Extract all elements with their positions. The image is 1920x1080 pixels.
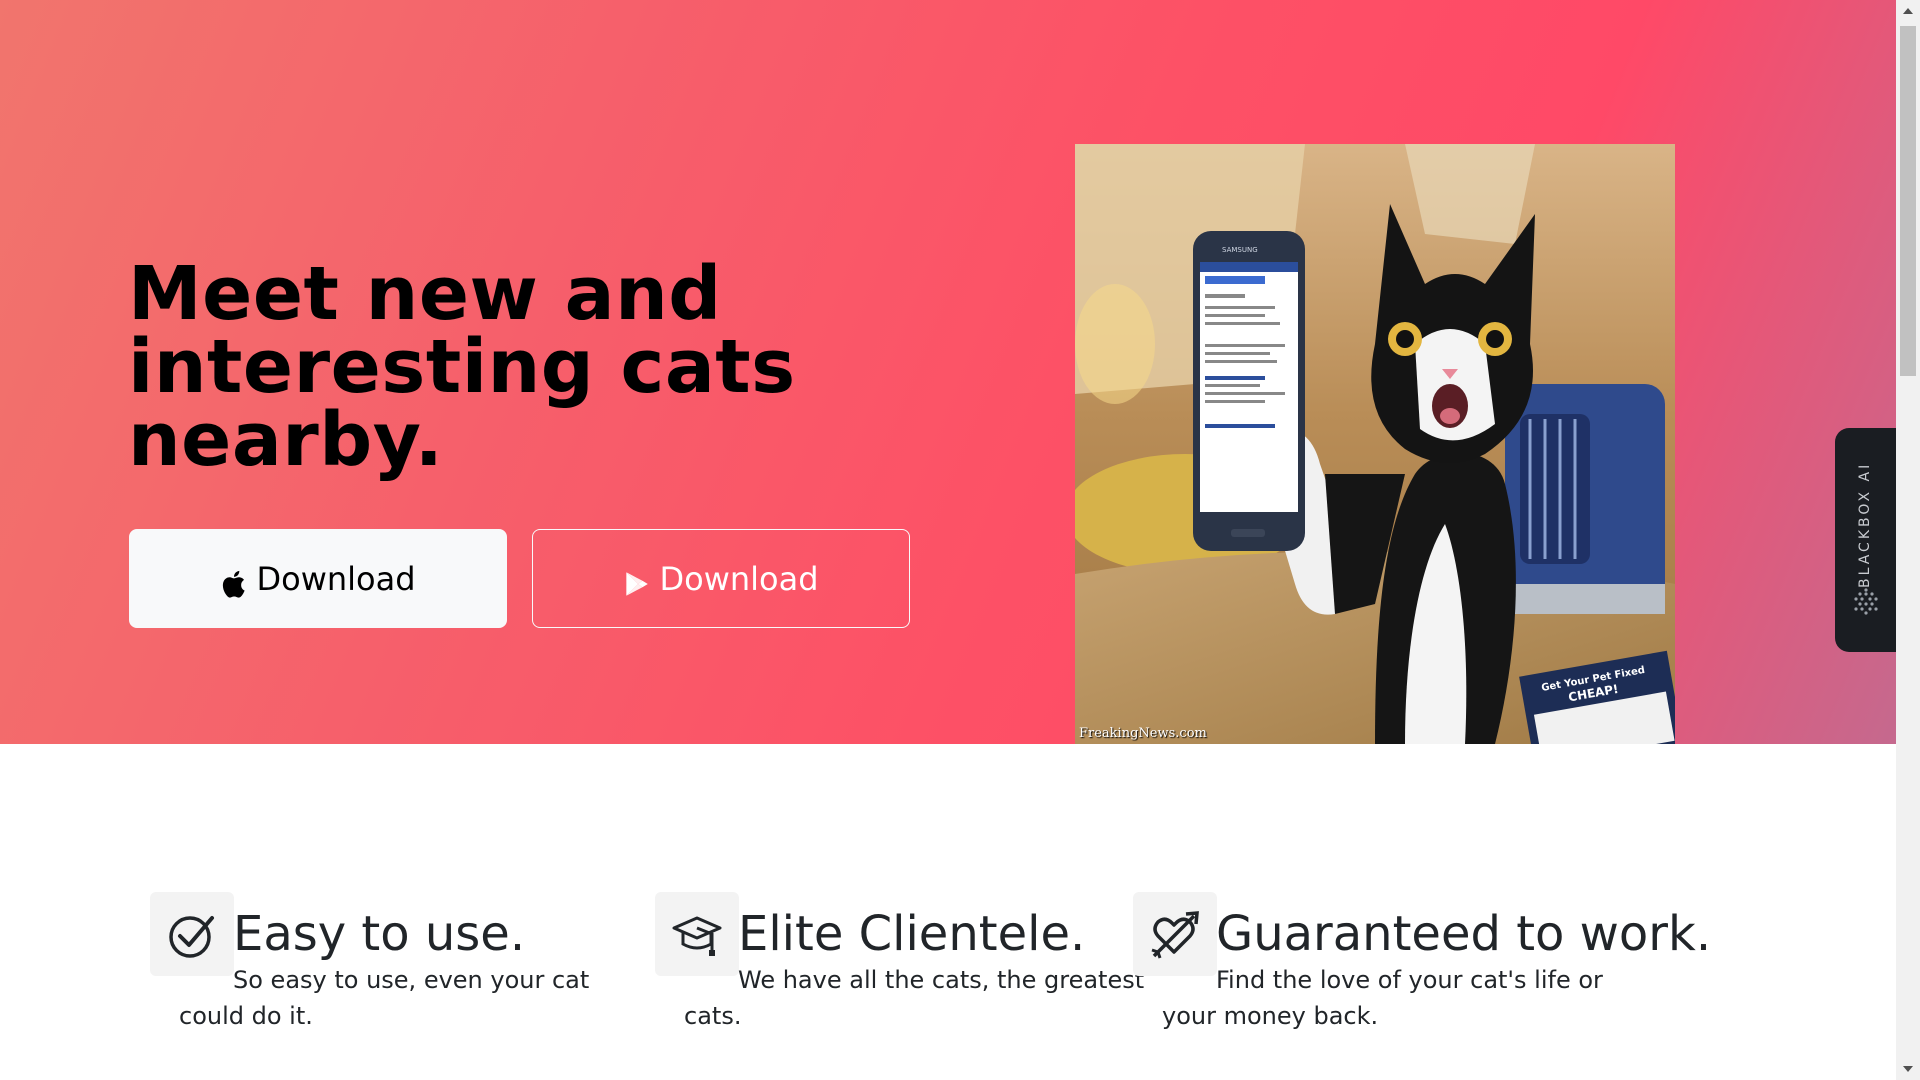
- feature-description: Find the love of your cat's life or your…: [1162, 966, 1603, 1030]
- feature-description: We have all the cats, the greatest cats.: [684, 966, 1145, 1030]
- feature-description: So easy to use, even your cat could do i…: [179, 966, 590, 1030]
- cat-illustration: Get Your Pet Fixed CHEAP! SAMSUNG: [1075, 144, 1675, 744]
- scrollbar-thumb[interactable]: [1900, 26, 1916, 376]
- blackbox-ai-widget[interactable]: BLACKBOX AI: [1835, 428, 1896, 652]
- download-apple-label: Download: [256, 559, 416, 598]
- feature-title: Guaranteed to work.: [1216, 906, 1712, 962]
- browser-viewport: Meet new and interesting cats nearby. Do…: [0, 0, 1920, 1080]
- hero-cat-image: Get Your Pet Fixed CHEAP! SAMSUNG Freaki…: [1075, 144, 1675, 744]
- download-play-button[interactable]: Download: [532, 529, 910, 628]
- image-watermark: FreakingNews.com: [1079, 726, 1207, 741]
- page: Meet new and interesting cats nearby. Do…: [0, 0, 1896, 1080]
- phone-brand-text: SAMSUNG: [1222, 246, 1258, 254]
- download-apple-button[interactable]: Download: [129, 529, 507, 628]
- hero-section: Meet new and interesting cats nearby. Do…: [0, 0, 1896, 744]
- blackbox-ai-label: BLACKBOX AI: [1857, 461, 1873, 588]
- scroll-down-arrow-icon[interactable]: [1903, 1066, 1913, 1072]
- scroll-up-arrow-icon[interactable]: [1903, 8, 1913, 14]
- google-play-icon: [623, 569, 649, 599]
- phone-illustration: SAMSUNG: [1193, 231, 1305, 551]
- hero-headline: Meet new and interesting cats nearby.: [128, 251, 796, 483]
- feature-title: Elite Clientele.: [738, 906, 1086, 962]
- blackbox-logo-icon: [1854, 588, 1878, 615]
- download-play-label: Download: [659, 559, 819, 598]
- apple-icon: [220, 569, 246, 599]
- feature-title: Easy to use.: [233, 906, 526, 962]
- vertical-scrollbar[interactable]: [1896, 0, 1920, 1080]
